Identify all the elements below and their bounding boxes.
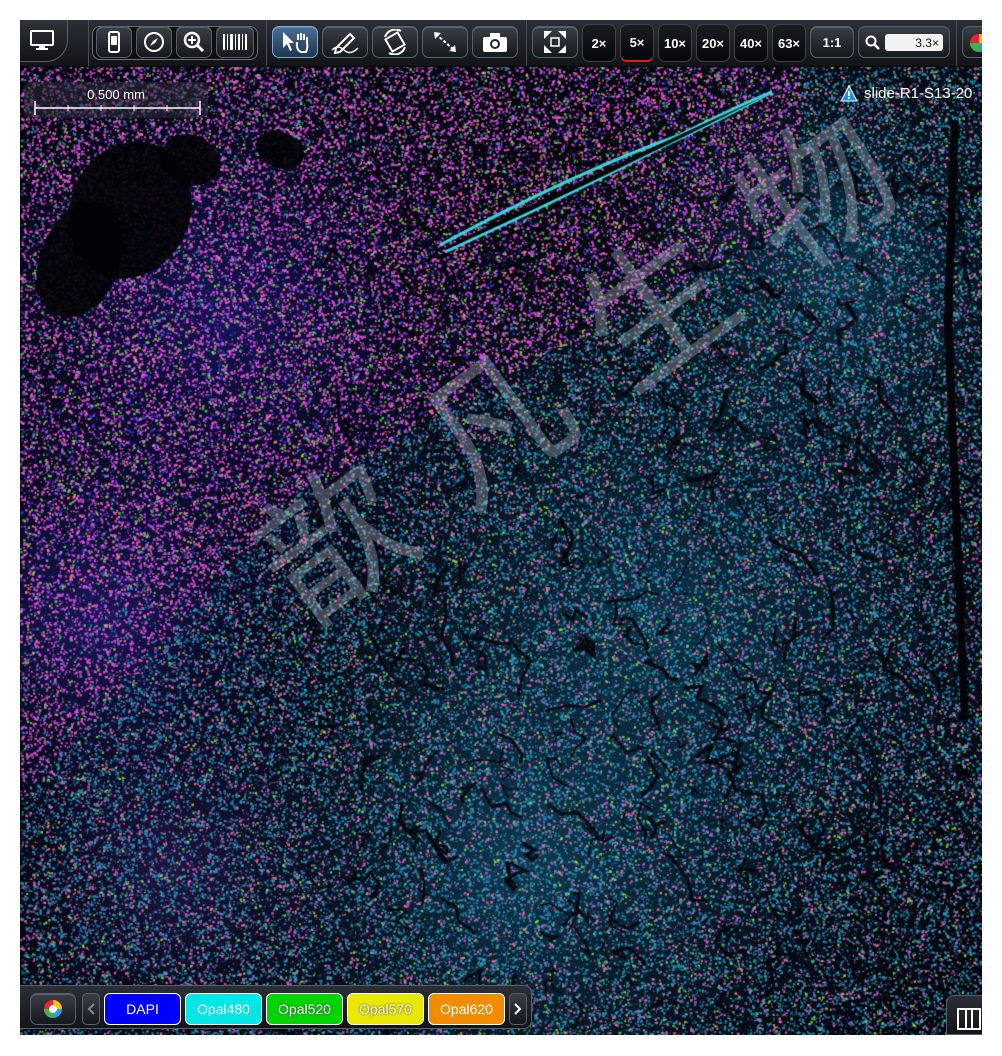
chevron-left-icon — [87, 1003, 95, 1015]
channel-bar: DAPI Opal480 Opal520 Opal570 Opal620 — [20, 985, 532, 1029]
chevron-right-icon — [514, 1003, 522, 1015]
warning-icon — [840, 84, 858, 101]
magnification-5x[interactable]: 5× — [620, 24, 654, 62]
measure-button[interactable] — [422, 26, 468, 58]
channel-opal520[interactable]: Opal520 — [266, 993, 343, 1025]
panel-icon — [957, 1008, 981, 1030]
slide-name-label: slide-R1-S13-20 — [840, 82, 972, 104]
annotate-button[interactable] — [322, 26, 368, 58]
channel-scroll-left[interactable] — [82, 993, 100, 1025]
scale-ruler — [34, 101, 201, 115]
snapshot-button[interactable] — [472, 26, 518, 58]
channel-opal620[interactable]: Opal620 — [428, 993, 505, 1025]
channel-scroll-right[interactable] — [509, 993, 527, 1025]
slide-viewer[interactable]: 歆 凡 生 物 2× 5× 10× 20× 40× 63× 1:1 3.3× 0… — [20, 20, 982, 1035]
ruler-diagonal-icon — [434, 32, 456, 52]
fit-to-screen-button[interactable] — [532, 26, 578, 58]
barcode-button[interactable] — [216, 26, 254, 58]
barcode-icon — [223, 34, 247, 50]
toolbar: 2× 5× 10× 20× 40× 63× 1:1 — [20, 20, 982, 67]
channel-dapi[interactable]: DAPI — [104, 993, 181, 1025]
color-wheel-icon — [44, 1000, 62, 1018]
compass-button[interactable] — [136, 26, 172, 58]
expand-arrows-icon — [544, 31, 566, 53]
channel-opal570[interactable]: Opal570 — [347, 993, 424, 1025]
rotate-icon — [384, 29, 406, 55]
magnification-20x[interactable]: 20× — [696, 24, 730, 62]
pen-icon — [331, 32, 359, 54]
search-icon — [865, 35, 880, 50]
one-to-one-button[interactable]: 1:1 — [810, 26, 854, 58]
phone-icon — [108, 31, 120, 53]
channel-color-toggle[interactable] — [30, 993, 76, 1025]
channel-opal480[interactable]: Opal480 — [185, 993, 262, 1025]
scale-bar: 0.500 mm — [24, 82, 208, 118]
magnification-2x[interactable]: 2× — [582, 24, 616, 62]
magnify-plus-icon — [183, 31, 205, 53]
zoom-input[interactable] — [885, 34, 943, 51]
color-settings-button[interactable] — [962, 26, 982, 58]
pointer-pan-button[interactable] — [272, 26, 318, 58]
overview-toggle-button[interactable] — [946, 995, 982, 1035]
monitor-button[interactable] — [20, 20, 68, 62]
zoom-field — [858, 26, 950, 58]
monitor-icon — [30, 30, 54, 50]
magnification-40x[interactable]: 40× — [734, 24, 768, 62]
zoom-in-button[interactable] — [176, 26, 212, 58]
pointer-hand-icon — [283, 32, 309, 53]
color-wheel-icon — [970, 34, 982, 52]
compass-icon — [144, 32, 164, 52]
slide-name: slide-R1-S13-20 — [864, 84, 973, 102]
rotate-button[interactable] — [372, 26, 418, 58]
phone-button[interactable] — [96, 26, 132, 58]
magnification-10x[interactable]: 10× — [658, 24, 692, 62]
camera-icon — [483, 33, 507, 52]
magnification-63x[interactable]: 63× — [772, 24, 806, 62]
